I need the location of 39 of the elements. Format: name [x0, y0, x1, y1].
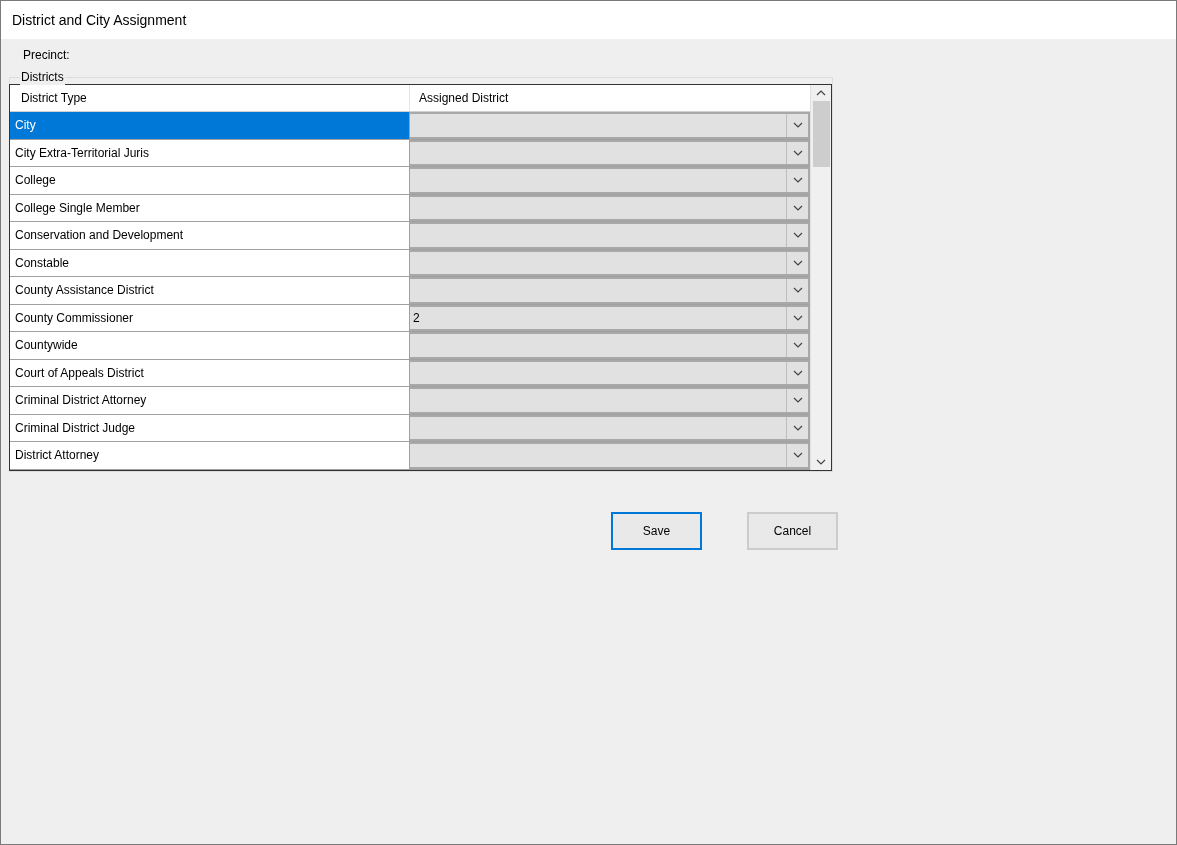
cancel-button[interactable]: Cancel — [747, 511, 838, 550]
assigned-district-dropdown[interactable] — [410, 194, 810, 221]
chevron-down-icon — [792, 287, 803, 294]
scrollbar-thumb[interactable] — [812, 101, 830, 167]
assigned-district-dropdown[interactable] — [410, 387, 810, 414]
chevron-down-icon — [792, 369, 803, 376]
scroll-up-icon[interactable] — [816, 90, 826, 96]
scroll-down-icon[interactable] — [816, 458, 826, 465]
save-button[interactable]: Save — [611, 511, 702, 550]
chevron-down-icon — [792, 177, 803, 184]
chevron-down-icon — [792, 342, 803, 349]
assigned-district-dropdown[interactable] — [410, 139, 810, 166]
assigned-district-dropdown[interactable] — [410, 414, 810, 441]
assigned-district-dropdown[interactable] — [410, 359, 810, 386]
chevron-down-icon — [792, 149, 803, 156]
assigned-district-dropdown[interactable]: 2 — [410, 304, 810, 331]
chevron-down-icon — [792, 204, 803, 211]
dropdown-value: 2 — [412, 309, 421, 327]
column-header[interactable]: Assigned District — [410, 85, 810, 111]
assigned-district-dropdown[interactable] — [410, 112, 810, 139]
chevron-down-icon — [792, 232, 803, 239]
precinct-label: Precinct: — [23, 48, 70, 62]
assigned-district-dropdown[interactable] — [410, 249, 810, 276]
assigned-district-dropdown[interactable] — [410, 442, 810, 469]
chevron-down-icon — [792, 259, 803, 266]
window-title: District and City Assignment — [12, 10, 187, 30]
assigned-district-dropdown[interactable] — [410, 222, 810, 249]
chevron-down-icon — [792, 122, 803, 129]
column-header[interactable]: District Type — [10, 85, 410, 111]
district-type-cell[interactable]: City — [10, 112, 410, 139]
assigned-district-dropdown[interactable] — [410, 167, 810, 194]
chevron-down-icon — [792, 397, 803, 404]
assigned-district-dropdown[interactable] — [410, 277, 810, 304]
group-legend: Districts — [20, 69, 65, 85]
assigned-district-dropdown[interactable] — [410, 332, 810, 359]
vertical-scrollbar[interactable] — [810, 85, 831, 470]
chevron-down-icon — [792, 424, 803, 431]
chevron-down-icon — [792, 314, 803, 321]
chevron-down-icon — [792, 452, 803, 459]
